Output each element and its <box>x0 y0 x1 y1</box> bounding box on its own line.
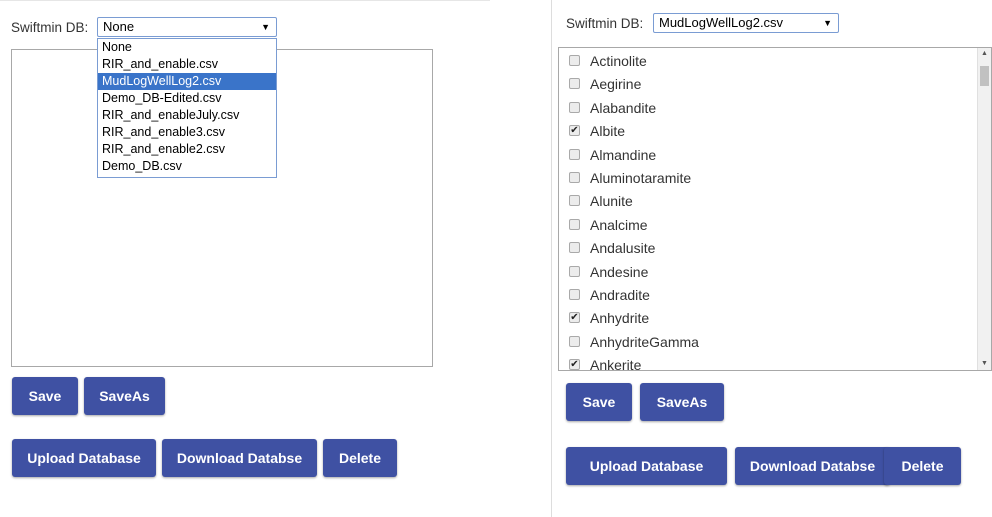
mineral-list: Actinolite Aegirine Alabandite ✔ Albite Alman… <box>559 48 978 370</box>
db-dropdown-menu: None RIR_and_enable.csv MudLogWellLog2.csv… <box>97 38 277 178</box>
dropdown-option[interactable]: MudLogWellLog2.csv <box>98 73 276 90</box>
mineral-name: Andalusite <box>590 240 656 257</box>
right-panel: Swiftmin DB: MudLogWellLog2.csv ▼ Actino… <box>553 0 992 517</box>
delete-button[interactable]: Delete <box>884 447 961 485</box>
scroll-up-icon[interactable]: ▲ <box>978 48 991 60</box>
panel-divider <box>551 0 552 517</box>
mineral-listbox[interactable]: Actinolite Aegirine Alabandite ✔ Albite Alman… <box>558 47 992 371</box>
checkbox[interactable] <box>569 289 580 300</box>
checkbox[interactable] <box>569 101 580 113</box>
mineral-name: Andesine <box>590 263 649 280</box>
checkbox[interactable] <box>569 78 580 90</box>
mineral-name: Analcime <box>590 216 648 233</box>
db-label: Swiftmin DB: <box>11 20 89 35</box>
mineral-name: Alunite <box>590 193 633 210</box>
checkbox[interactable] <box>569 265 580 277</box>
mineral-name: Albite <box>590 123 626 140</box>
db-select[interactable]: MudLogWellLog2.csv ▼ <box>653 13 839 33</box>
scrollbar[interactable]: ▲ ▼ <box>977 48 991 370</box>
dropdown-option[interactable]: RIR_and_enableJuly.csv <box>98 107 276 124</box>
checkbox[interactable] <box>569 242 580 254</box>
dropdown-option[interactable]: RIR_and_enable.csv <box>98 56 276 73</box>
db-select-value: MudLogWellLog2.csv <box>659 15 784 30</box>
mineral-name: Aegirine <box>590 76 642 93</box>
dropdown-option[interactable]: Demo_DB.csv <box>98 158 276 175</box>
checkbox-checked[interactable]: ✔ <box>569 312 580 324</box>
mineral-name: Aluminotaramite <box>590 170 692 186</box>
mineral-name: Anhydrite <box>590 310 650 327</box>
delete-button[interactable]: Delete <box>323 439 397 477</box>
mineral-name: Actinolite <box>590 53 647 69</box>
dropdown-option[interactable]: Demo_DB-Edited.csv <box>98 90 276 107</box>
download-database-button[interactable]: Download Databse <box>162 439 317 477</box>
save-as-button[interactable]: SaveAs <box>640 383 724 421</box>
save-button[interactable]: Save <box>12 377 78 415</box>
chevron-down-icon[interactable]: ▼ <box>261 18 270 36</box>
mineral-name: AnhydriteGamma <box>590 333 699 350</box>
mineral-name: Almandine <box>590 146 657 163</box>
db-label: Swiftmin DB: <box>566 16 644 31</box>
download-database-button[interactable]: Download Databse <box>735 447 890 485</box>
checkbox[interactable] <box>569 195 580 207</box>
mineral-name: Alabandite <box>590 99 657 116</box>
scroll-down-icon[interactable]: ▼ <box>978 358 991 370</box>
db-select[interactable]: None ▼ <box>97 17 277 37</box>
checkbox[interactable] <box>569 335 580 347</box>
save-as-button[interactable]: SaveAs <box>84 377 165 415</box>
left-panel: Swiftmin DB: None ▼ None RIR_and_enable.c… <box>0 0 490 517</box>
chevron-down-icon[interactable]: ▼ <box>823 14 832 32</box>
checkbox-checked[interactable]: ✔ <box>569 359 580 370</box>
scroll-thumb[interactable] <box>980 66 989 86</box>
mineral-name: Ankerite <box>590 357 642 370</box>
save-button[interactable]: Save <box>566 383 632 421</box>
dropdown-option[interactable]: None <box>98 39 276 56</box>
dropdown-option[interactable]: RIR_and_enable2.csv <box>98 141 276 158</box>
checkbox[interactable] <box>569 55 580 66</box>
upload-database-button[interactable]: Upload Database <box>566 447 727 485</box>
db-select-value: None <box>103 19 135 34</box>
checkbox[interactable] <box>569 218 580 230</box>
upload-database-button[interactable]: Upload Database <box>12 439 156 477</box>
checkbox[interactable] <box>569 172 580 183</box>
dropdown-option[interactable]: RIR_and_enable3.csv <box>98 124 276 141</box>
mineral-name: Andradite <box>590 287 650 303</box>
checkbox[interactable] <box>569 148 580 160</box>
checkbox-checked[interactable]: ✔ <box>569 125 580 137</box>
